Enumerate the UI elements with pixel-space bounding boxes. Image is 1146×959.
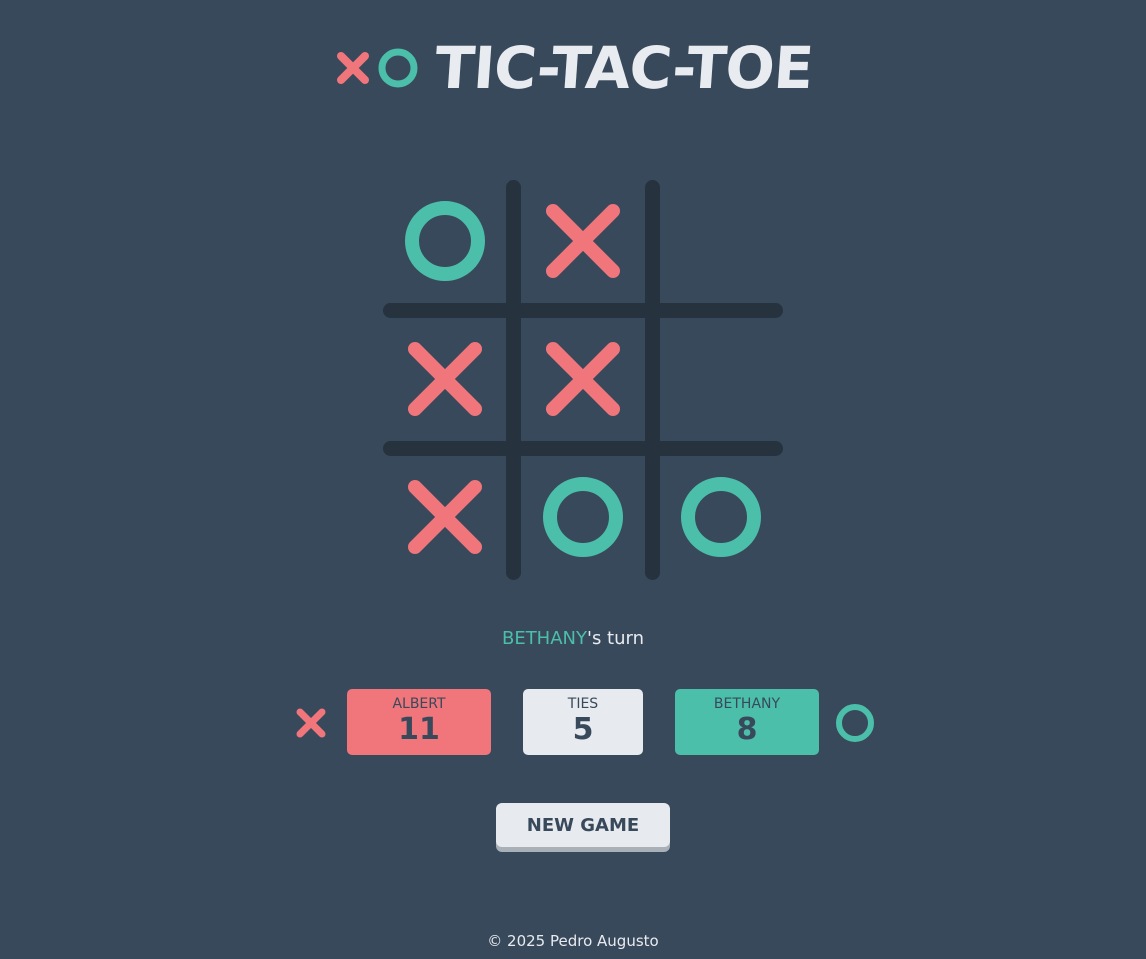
new-game-button[interactable]: NEW GAME [496,803,670,847]
score-value: 8 [736,712,758,747]
x-mark-icon [408,480,482,554]
page-title: TIC-TAC-TOE [432,34,816,102]
score-ties: TIES 5 [523,689,643,755]
score-o-player: BETHANY 8 [675,689,819,755]
header: TIC-TAC-TOE [0,28,1146,108]
o-mark-icon [543,477,623,557]
turn-indicator: BETHANY's turn [0,628,1146,649]
board-cell-top-left[interactable] [376,172,514,310]
o-mark-icon [681,477,761,557]
board-cell-bottom-center[interactable] [514,448,652,586]
board-cell-middle-left[interactable] [376,310,514,448]
game-board [376,172,790,586]
board-cell-bottom-left[interactable] [376,448,514,586]
o-icon [836,704,874,742]
x-mark-icon [546,204,620,278]
score-value: 11 [398,712,440,747]
turn-player-name: BETHANY [501,628,587,649]
board-cell-middle-right[interactable] [652,310,790,448]
board-cell-top-center[interactable] [514,172,652,310]
x-icon [337,52,370,84]
footer-copyright: © 2025 Pedro Augusto [487,932,659,950]
score-label: BETHANY [713,696,781,712]
turn-suffix: 's turn [587,628,645,649]
o-mark-icon [405,201,485,281]
logo [333,45,421,91]
x-icon [296,708,326,738]
score-label: ALBERT [392,696,446,712]
score-label: TIES [567,696,599,712]
o-icon [378,48,418,88]
x-mark-icon [408,342,482,416]
score-value: 5 [572,712,594,747]
board-cell-center[interactable] [514,310,652,448]
board-cell-bottom-right[interactable] [652,448,790,586]
x-mark-icon [546,342,620,416]
board-cell-top-right[interactable] [652,172,790,310]
score-x-player: ALBERT 11 [347,689,491,755]
